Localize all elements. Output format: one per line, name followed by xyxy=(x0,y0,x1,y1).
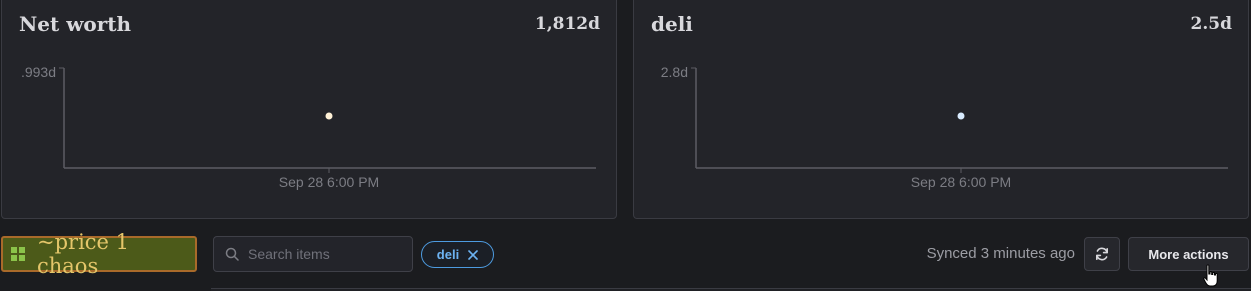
price-threshold-label: ~price 1 chaos xyxy=(37,230,130,278)
filter-chip-label: deli xyxy=(436,247,460,262)
filter-chip-deli[interactable]: deli xyxy=(421,241,494,268)
close-icon[interactable] xyxy=(468,249,479,260)
more-actions-button[interactable]: More actions xyxy=(1128,237,1249,271)
net-worth-y-tick: .993d xyxy=(21,64,56,80)
grid-icon xyxy=(11,247,25,261)
search-icon xyxy=(225,247,239,261)
refresh-icon xyxy=(1095,247,1108,261)
deli-y-tick: 2.8d xyxy=(661,64,688,80)
refresh-button[interactable] xyxy=(1084,237,1120,271)
deli-card: deli 2.5d 2.8d Sep 28 6:00 PM xyxy=(633,0,1249,219)
net-worth-chart: .993d Sep 28 6:00 PM xyxy=(21,64,596,190)
deli-x-tick: Sep 28 6:00 PM xyxy=(911,174,1011,190)
hand-cursor-icon xyxy=(1203,264,1218,287)
net-worth-card: Net worth 1,812d .993d Sep 28 6:00 PM xyxy=(1,0,617,219)
search-input[interactable] xyxy=(248,246,398,262)
net-worth-x-tick: Sep 28 6:00 PM xyxy=(279,174,379,190)
deli-data-point xyxy=(957,112,965,120)
deli-chart: 2.8d Sep 28 6:00 PM xyxy=(661,64,1228,190)
net-worth-data-point xyxy=(325,112,333,120)
search-field[interactable] xyxy=(213,236,413,272)
sync-status: Synced 3 minutes ago xyxy=(926,245,1075,262)
price-threshold-badge[interactable]: ~price 1 chaos xyxy=(1,230,197,278)
